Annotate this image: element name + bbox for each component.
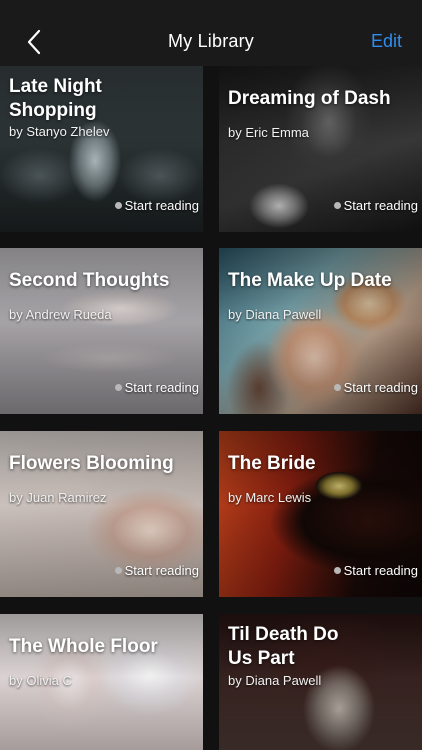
start-reading-label: Start reading [124, 198, 199, 213]
start-reading-label: Start reading [124, 380, 199, 395]
status-dot-icon [114, 567, 122, 574]
start-reading-button[interactable]: Start reading [114, 380, 199, 395]
status-dot-icon [333, 567, 341, 574]
book-title: The Make Up Date [228, 270, 392, 291]
book-author: by Diana Pawell [228, 307, 322, 322]
start-reading-label: Start reading [124, 563, 199, 578]
start-reading-button[interactable]: Start reading [333, 198, 418, 213]
start-reading-label: Start reading [343, 563, 418, 578]
start-reading-button[interactable]: Start reading [333, 563, 418, 578]
book-grid: Late Night Shopping by Stanyo Zhelev Sta… [0, 66, 422, 750]
book-author: by Eric Emma [228, 125, 309, 140]
edit-button[interactable]: Edit [371, 31, 402, 52]
status-dot-icon [114, 384, 122, 391]
book-title: The Bride [228, 453, 316, 474]
start-reading-label: Start reading [343, 198, 418, 213]
status-dot-icon [333, 202, 341, 209]
start-reading-button[interactable]: Start reading [114, 563, 199, 578]
book-card[interactable]: Late Night Shopping by Stanyo Zhelev Sta… [0, 66, 203, 232]
book-title: Til Death Do Us Part [228, 624, 339, 669]
start-reading-label: Start reading [343, 380, 418, 395]
book-author: by Diana Pawell [228, 673, 322, 688]
book-author: by Marc Lewis [228, 490, 312, 505]
library-screen: My Library Edit Late Night Shopping by S… [0, 0, 422, 750]
book-title: Late Night Shopping [9, 76, 102, 121]
book-author: by Stanyo Zhelev [9, 124, 110, 139]
book-card[interactable]: Dreaming of Dash by Eric Emma Start read… [219, 66, 422, 232]
start-reading-button[interactable]: Start reading [333, 380, 418, 395]
status-dot-icon [114, 202, 122, 209]
book-title: Dreaming of Dash [228, 88, 391, 109]
book-card[interactable]: The Make Up Date by Diana Pawell Start r… [219, 248, 422, 414]
start-reading-button[interactable]: Start reading [114, 198, 199, 213]
book-author: by Juan Ramirez [9, 490, 107, 505]
book-title: Second Thoughts [9, 270, 170, 291]
book-card[interactable]: Second Thoughts by Andrew Rueda Start re… [0, 248, 203, 414]
page-title: My Library [167, 31, 254, 51]
book-card[interactable]: The Whole Floor by Olivia C [0, 614, 203, 750]
book-author: by Andrew Rueda [9, 307, 112, 322]
book-title: Flowers Blooming [9, 453, 174, 474]
navigation-bar: My Library Edit [0, 0, 422, 66]
book-card[interactable]: Til Death Do Us Part by Diana Pawell [219, 614, 422, 750]
book-author: by Olivia C [9, 673, 72, 688]
book-card[interactable]: Flowers Blooming by Juan Ramirez Start r… [0, 431, 203, 597]
book-title: The Whole Floor [9, 636, 158, 657]
book-card[interactable]: The Bride by Marc Lewis Start reading [219, 431, 422, 597]
status-dot-icon [333, 384, 341, 391]
